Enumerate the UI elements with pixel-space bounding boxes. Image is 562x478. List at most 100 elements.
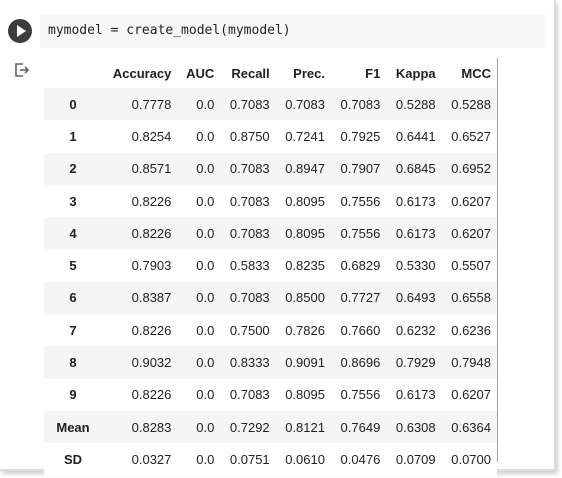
table-cell: 0.0 — [196, 355, 215, 371]
table-cell: 0.6527 — [451, 128, 491, 144]
table-cell: 0.0327 — [131, 451, 172, 467]
table-cell: 0.7649 — [340, 419, 381, 435]
column-header: Recall — [231, 65, 270, 81]
row-index: 9 — [69, 387, 77, 403]
table-cell: 0.8226 — [131, 322, 172, 338]
table-cell: 0.7556 — [340, 387, 381, 403]
table-cell: 0.5330 — [395, 258, 436, 274]
row-index: 1 — [69, 128, 77, 144]
table-cell: 0.6364 — [451, 419, 491, 435]
column-header: Kappa — [395, 65, 436, 81]
table-cell: 0.7929 — [395, 355, 436, 371]
table-cell: 0.0 — [196, 161, 215, 177]
row-index: 6 — [69, 290, 77, 306]
table-cell: 0.0610 — [285, 451, 325, 467]
table-cell: 0.6441 — [395, 128, 436, 144]
table-cell: 0.8387 — [131, 290, 172, 306]
table-cell: 0.7083 — [229, 193, 270, 209]
table-cell: 0.0 — [196, 225, 215, 241]
output-arrow-icon — [15, 63, 30, 77]
table-cell: 0.8095 — [285, 193, 325, 209]
table-row: Mean 0.8283 0.0 0.7292 0.8121 0.7649 0.6308 0.6… — [44, 410, 497, 444]
row-index: 0 — [69, 96, 77, 112]
column-header: F1 — [365, 65, 381, 81]
metrics-table: Accuracy AUC Recall Prec. F1 Kappa MCC 0 0.7778… — [44, 58, 497, 476]
run-cell-button[interactable] — [8, 19, 32, 43]
table-cell: 0.6558 — [451, 290, 491, 306]
table-cell: 0.8121 — [285, 419, 325, 435]
table-cell: 0.7660 — [340, 322, 381, 338]
table-row: SD 0.0327 0.0 0.0751 0.0610 0.0476 0.0709 0.070… — [44, 443, 497, 476]
column-header: MCC — [461, 65, 491, 81]
table-cell: 0.8947 — [285, 161, 325, 177]
table-cell: 0.8095 — [285, 225, 325, 241]
table-cell: 0.8500 — [285, 290, 325, 306]
row-index: 8 — [69, 355, 77, 371]
table-cell: 0.6952 — [451, 161, 491, 177]
table-cell: 0.6493 — [395, 290, 436, 306]
table-cell: 0.7083 — [229, 290, 270, 306]
table-cell: 0.6308 — [395, 419, 436, 435]
table-cell: 0.0 — [196, 290, 215, 306]
row-index: 7 — [69, 322, 77, 338]
table-cell: 0.6236 — [451, 322, 491, 338]
notebook-cell[interactable]: mymodel = create_model(mymodel) Accuracy… — [0, 0, 556, 476]
table-cell: 0.0476 — [340, 451, 381, 467]
column-header: Accuracy — [112, 65, 172, 81]
table-cell: 0.7925 — [340, 128, 381, 144]
play-icon — [17, 25, 26, 37]
table-cell: 0.0700 — [451, 451, 491, 467]
output-scrollbar[interactable] — [497, 58, 498, 462]
table-cell: 0.0 — [196, 451, 215, 467]
table-row: 0 0.7778 0.0 0.7083 0.7083 0.7083 0.5288 0.5288 — [44, 88, 497, 121]
table-cell: 0.8235 — [285, 258, 325, 274]
table-cell: 0.7903 — [131, 258, 172, 274]
row-index: 5 — [69, 258, 77, 274]
table-cell: 0.0 — [196, 258, 215, 274]
table-cell: 0.7948 — [451, 355, 491, 371]
table-cell: 0.8254 — [131, 128, 172, 144]
table-cell: 0.6173 — [395, 387, 436, 403]
table-cell: 0.6173 — [395, 225, 436, 241]
table-cell: 0.7727 — [340, 290, 381, 306]
table-cell: 0.0 — [196, 322, 215, 338]
table-row: 6 0.8387 0.0 0.7083 0.8500 0.7727 0.6493 0.6558 — [44, 281, 497, 315]
table-row: 3 0.8226 0.0 0.7083 0.8095 0.7556 0.6173 0.6207 — [44, 184, 497, 218]
table-cell: 0.0 — [196, 128, 215, 144]
table-cell: 0.7826 — [285, 322, 325, 338]
table-cell: 0.7083 — [229, 96, 270, 112]
table-cell: 0.8226 — [131, 225, 172, 241]
row-index: 2 — [69, 161, 77, 177]
table-cell: 0.7083 — [229, 225, 270, 241]
table-cell: 0.7083 — [229, 161, 270, 177]
table-cell: 0.6829 — [340, 258, 381, 274]
table-body: 0 0.7778 0.0 0.7083 0.7083 0.7083 0.5288 0.5288… — [44, 88, 497, 476]
cell-output: Accuracy AUC Recall Prec. F1 Kappa MCC 0 0.7778… — [44, 58, 499, 476]
table-cell: 0.0 — [196, 96, 215, 112]
table-cell: 0.9091 — [285, 355, 325, 371]
table-cell: 0.7083 — [229, 387, 270, 403]
table-cell: 0.9032 — [131, 355, 172, 371]
table-cell: 0.8226 — [131, 387, 172, 403]
table-row: 9 0.8226 0.0 0.7083 0.8095 0.7556 0.6173 0.6207 — [44, 378, 497, 411]
table-cell: 0.5507 — [451, 258, 491, 274]
table-cell: 0.7556 — [340, 225, 381, 241]
table-cell: 0.5288 — [451, 96, 491, 112]
table-cell: 0.6207 — [451, 193, 491, 209]
table-row: 1 0.8254 0.0 0.8750 0.7241 0.7925 0.6441 0.6527 — [44, 120, 497, 153]
table-row: 7 0.8226 0.0 0.7500 0.7826 0.7660 0.6232 0.6236 — [44, 314, 497, 347]
index-header — [44, 58, 102, 88]
row-index: SD — [63, 451, 83, 467]
table-cell: 0.8283 — [131, 419, 172, 435]
row-index: 3 — [69, 193, 77, 209]
table-cell: 0.7778 — [131, 96, 172, 112]
table-cell: 0.6845 — [395, 161, 436, 177]
table-cell: 0.7083 — [340, 96, 381, 112]
table-cell: 0.5288 — [395, 96, 436, 112]
table-row: 8 0.9032 0.0 0.8333 0.9091 0.8696 0.7929 0.7948 — [44, 346, 497, 379]
table-header-row: Accuracy AUC Recall Prec. F1 Kappa MCC — [44, 58, 497, 88]
table-cell: 0.8333 — [229, 355, 270, 371]
code-editor[interactable]: mymodel = create_model(mymodel) — [40, 14, 545, 48]
code-line: mymodel = create_model(mymodel) — [48, 23, 291, 38]
row-index: Mean — [56, 419, 90, 435]
